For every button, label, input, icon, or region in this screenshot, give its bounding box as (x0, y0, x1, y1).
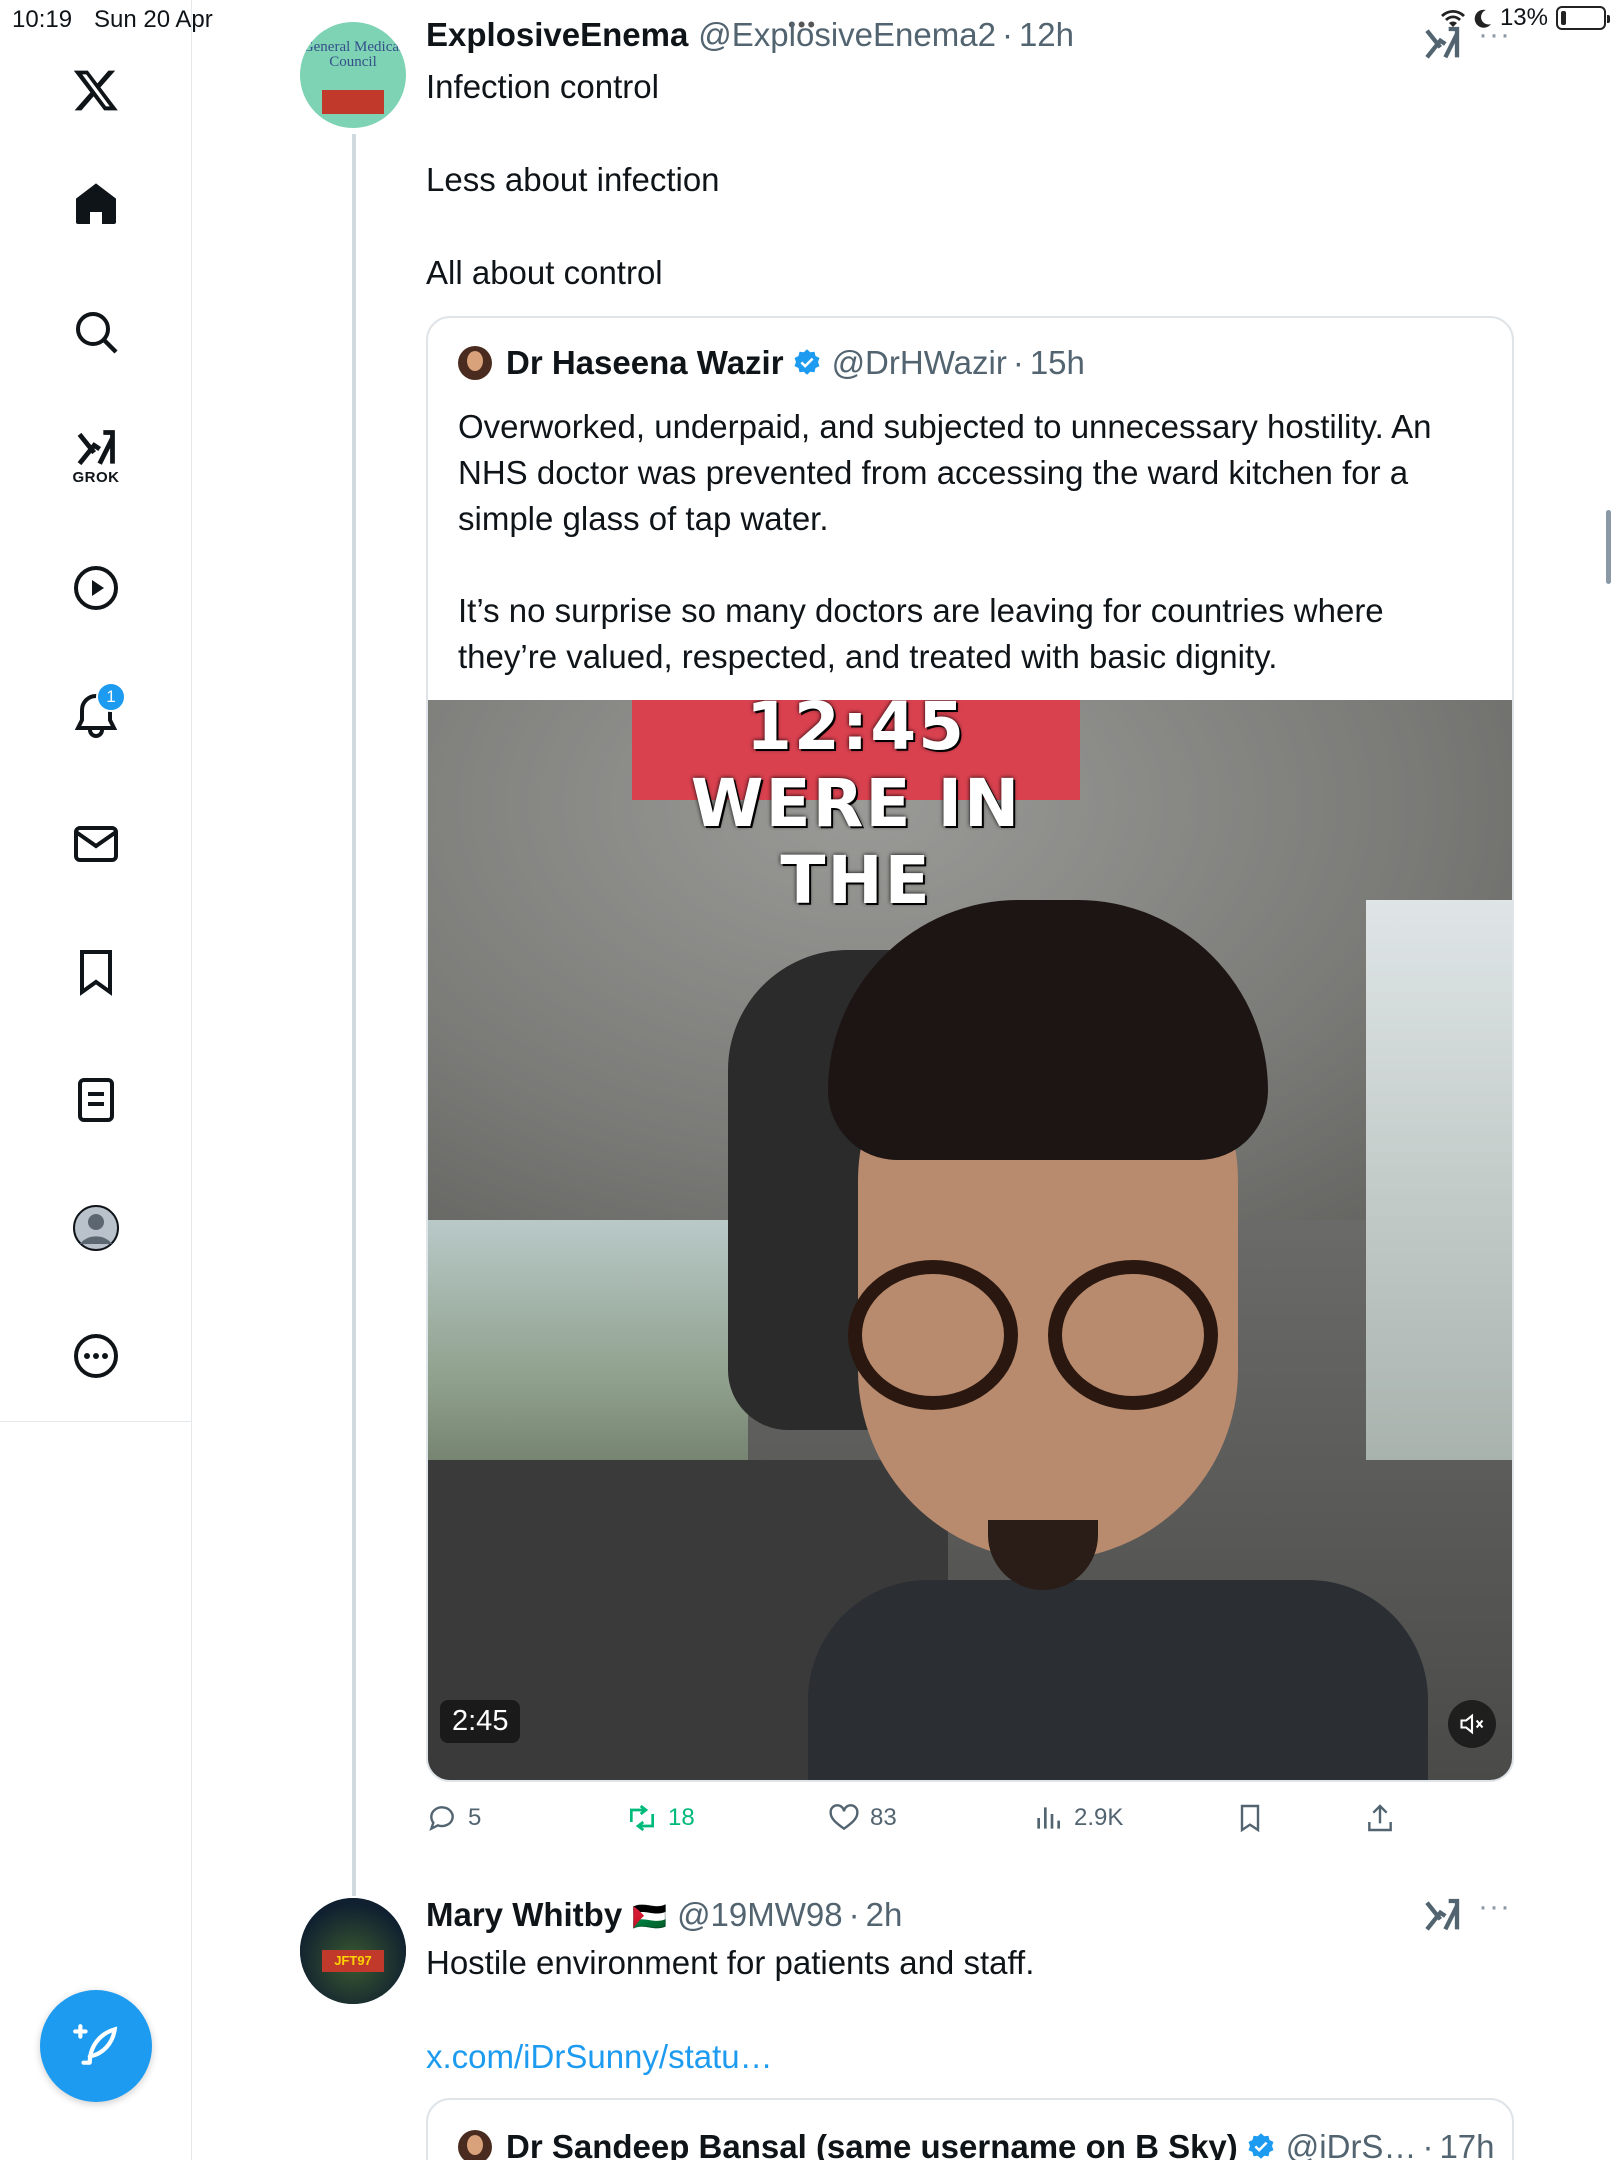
avatar-text: General Medical Council (302, 39, 404, 70)
video-frame-glasses (848, 1260, 1018, 1410)
grok-icon[interactable] (1422, 24, 1462, 64)
tweet-text-line: Infection control (426, 68, 659, 105)
quoted-tweet[interactable]: Dr Sandeep Bansal (same username on B Sk… (426, 2098, 1514, 2160)
quote-paragraph: Overworked, underpaid, and subjected to … (458, 408, 1432, 537)
quoted-tweet[interactable]: Dr Haseena Wazir @DrHWazir · 15h Overwor… (426, 316, 1514, 1782)
quote-time: 17h (1439, 2128, 1495, 2160)
reply-count: 5 (468, 1804, 482, 1831)
author-name[interactable]: Mary Whitby (426, 1896, 622, 1934)
x-logo-icon[interactable] (56, 50, 136, 130)
video-player[interactable]: 12:45 WERE IN THE 2:45 (428, 700, 1512, 1780)
tweet-time[interactable]: 2h (866, 1896, 903, 1934)
bookmark-icon (1240, 1804, 1260, 1833)
compose-icon (73, 2024, 118, 2065)
list-icon[interactable] (56, 1060, 136, 1140)
profile-icon[interactable] (56, 1188, 136, 1268)
video-caption: 12:45 WERE IN THE (690, 700, 1022, 919)
more-icon[interactable] (56, 1316, 136, 1396)
tweet-header: ExplosiveEnema @ExplosiveEnema2 · 12h (426, 16, 1074, 54)
like-count: 83 (870, 1804, 897, 1831)
quote-header: Dr Sandeep Bansal (same username on B Sk… (458, 2128, 1495, 2160)
mute-button[interactable] (1448, 1700, 1496, 1748)
author-handle[interactable]: @19MW98 (677, 1896, 843, 1934)
author-handle[interactable]: @ExplosiveEnema2 (698, 16, 996, 54)
quote-author-handle: @iDrS… (1285, 2128, 1417, 2160)
author-name[interactable]: ExplosiveEnema (426, 16, 688, 54)
verified-badge-icon (794, 349, 820, 375)
quote-avatar (458, 346, 492, 380)
tweet-text: Hostile environment for patients and sta… (426, 1944, 1035, 1981)
grok-label: GROK (72, 468, 120, 486)
play-icon[interactable] (56, 548, 136, 628)
quote-author-handle: @DrHWazir (831, 344, 1007, 381)
analytics-icon (1037, 1807, 1060, 1829)
home-icon[interactable] (56, 164, 136, 244)
tweet-link[interactable]: x.com/iDrSunny/statu… (426, 2034, 773, 2080)
separator-dot: · (848, 1896, 860, 1933)
mail-icon[interactable] (56, 804, 136, 884)
more-options-icon[interactable]: ··· (1478, 1890, 1511, 1924)
scroll-indicator[interactable] (1606, 510, 1611, 584)
separator-dot: · (1012, 344, 1024, 381)
tweet-text-line: Less about infection (426, 161, 720, 198)
avatar-stamp (322, 90, 384, 114)
separator-dot: · (1422, 2128, 1434, 2160)
retweet-icon (630, 1804, 654, 1832)
quote-paragraph: It’s no surprise so many doctors are lea… (458, 592, 1384, 675)
status-indicators: 13% (1440, 4, 1610, 32)
avatar-text: JFT97 (322, 1950, 384, 1972)
video-frame-window-right (1366, 900, 1512, 1460)
views-button[interactable]: 2.9K (1032, 1802, 1123, 1834)
battery-icon (1556, 6, 1610, 30)
search-icon[interactable] (56, 292, 136, 372)
battery-level (1561, 11, 1566, 25)
tweet-time[interactable]: 12h (1019, 16, 1074, 54)
reply-button[interactable]: 5 (426, 1802, 481, 1834)
video-frame-shirt (808, 1580, 1428, 1780)
quote-text: Overworked, underpaid, and subjected to … (458, 404, 1488, 680)
reply-icon (429, 1806, 454, 1832)
grok-icon[interactable] (1422, 1896, 1462, 1936)
compose-button[interactable] (40, 1990, 152, 2102)
video-frame-window (428, 1220, 748, 1490)
bell-icon[interactable]: 1 (56, 676, 136, 756)
share-button[interactable] (1364, 1802, 1396, 1834)
avatar[interactable]: JFT97 (300, 1898, 406, 2004)
notification-badge: 1 (96, 682, 126, 712)
retweet-count: 18 (668, 1804, 695, 1831)
grok-icon[interactable]: GROK (56, 416, 136, 496)
heart-icon (829, 1804, 859, 1831)
speaker-muted-icon (1460, 1713, 1484, 1735)
quote-header: Dr Haseena Wazir @DrHWazir · 15h (458, 344, 1085, 382)
view-count: 2.9K (1074, 1804, 1124, 1831)
sidebar: GROK 1 (0, 0, 192, 1422)
retweet-button[interactable]: 18 (626, 1802, 695, 1834)
quote-avatar (458, 2130, 492, 2160)
quote-time: 15h (1029, 344, 1085, 381)
share-icon (1368, 1804, 1392, 1832)
avatar[interactable]: General Medical Council (300, 22, 406, 128)
flag-emoji: 🇵🇸 (632, 1901, 668, 1932)
more-options-icon[interactable]: ··· (1478, 18, 1511, 52)
quote-author-name: Dr Sandeep Bansal (same username on B Sk… (506, 2128, 1238, 2160)
bookmark-button[interactable] (1234, 1802, 1266, 1834)
video-frame-glasses (1048, 1260, 1218, 1410)
bookmark-icon[interactable] (56, 932, 136, 1012)
video-duration: 2:45 (440, 1700, 521, 1743)
thread-line (352, 134, 356, 1896)
quote-author-name: Dr Haseena Wazir (506, 344, 784, 381)
tweet-text-line: All about control (426, 254, 663, 291)
tweet-header: Mary Whitby 🇵🇸 @19MW98 · 2h (426, 1896, 902, 1934)
verified-badge-icon (1248, 2133, 1274, 2159)
tweet-actions: 5 18 83 2.9K (426, 1802, 1426, 1842)
like-button[interactable]: 83 (828, 1802, 897, 1834)
separator-dot: · (1001, 16, 1013, 53)
